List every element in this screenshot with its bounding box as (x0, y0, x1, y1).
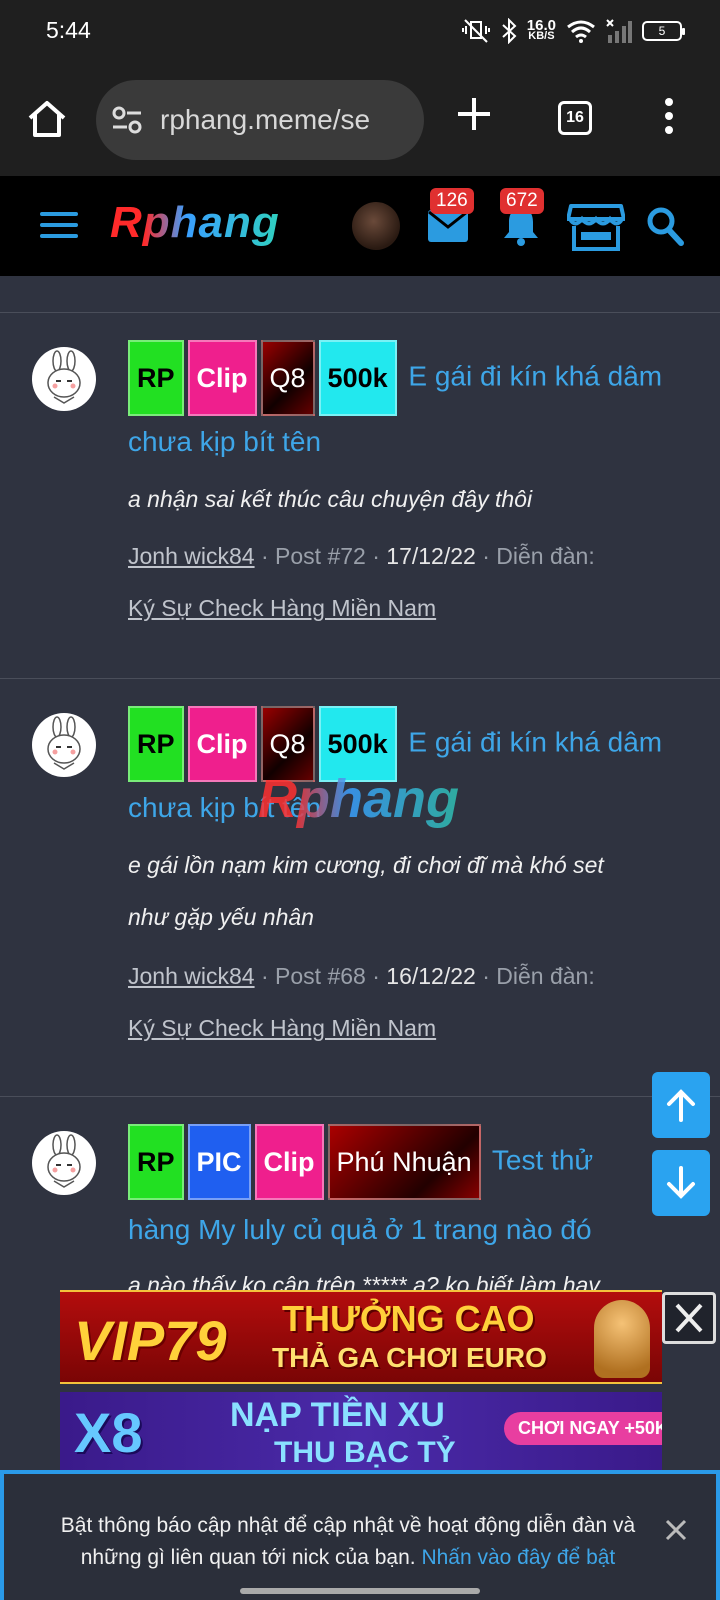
status-time: 5:44 (46, 17, 91, 43)
banner-ad-vip79[interactable]: VIP79 THƯỞNG CAO THẢ GA CHƠI EURO (60, 1290, 662, 1384)
tab-switcher-button[interactable]: 16 (558, 101, 592, 135)
banner-ad-x8[interactable]: X8 NẠP TIỀN XU THU BẠC TỶ CHƠI NGAY +50K (60, 1392, 662, 1470)
post-forum: Ký Sự Check Hàng Miền Nam (128, 582, 680, 634)
tag-rp[interactable]: RP (128, 340, 184, 416)
mail-count-badge: 126 (430, 188, 474, 214)
site-header: Rphang 126 672 (0, 176, 720, 276)
battery-indicator: 5 (642, 21, 685, 41)
ad-brand: X8 (74, 1401, 143, 1464)
post-title-text[interactable]: E gái đi kín khá dâm (408, 726, 662, 757)
bunny-avatar-icon (47, 1134, 81, 1188)
cell-signal-icon (606, 19, 632, 43)
arrow-up-icon (667, 1089, 695, 1122)
address-bar[interactable]: rphang.meme/se (96, 80, 424, 160)
wifi-icon (567, 20, 595, 43)
enable-notifications-link[interactable]: Nhấn vào đây để bật (421, 1546, 615, 1569)
ad-close-button[interactable] (662, 1292, 716, 1344)
push-notification-prompt: Bật thông báo cập nhật để cập nhật về ho… (0, 1470, 720, 1600)
tag-rp[interactable]: RP (128, 706, 184, 782)
author-link[interactable]: Jonh wick84 (128, 963, 255, 989)
url-text: rphang.meme/se (160, 104, 371, 135)
ad-brand: VIP79 (74, 1309, 227, 1372)
site-settings-icon[interactable] (112, 106, 142, 134)
arrow-down-icon (667, 1166, 695, 1199)
scroll-to-top-button[interactable] (652, 1072, 710, 1138)
mail-icon[interactable] (427, 209, 469, 243)
post-title-continued[interactable]: chưa kịp bít tên (128, 408, 684, 476)
poster-avatar[interactable] (32, 347, 96, 411)
ad-cta-button[interactable]: CHƠI NGAY +50K (504, 1412, 662, 1445)
divider (0, 1096, 720, 1097)
post-title[interactable]: RP Clip Q8 500k E gái đi kín khá dâm (128, 340, 684, 416)
forum-label: Diễn đàn: (496, 963, 595, 989)
ad-subline: THU BẠC TỶ (274, 1436, 456, 1469)
post-forum: Ký Sự Check Hàng Miền Nam (128, 1002, 680, 1054)
post-snippet-continued: như gặp yếu nhân (128, 904, 314, 930)
post-meta: Jonh wick84 · Post #68 · 16/12/22 · Diễn… (128, 963, 595, 989)
post-title-continued[interactable]: hàng My luly củ quả ở 1 trang nào đó (128, 1196, 684, 1264)
tag-q8[interactable]: Q8 (260, 340, 315, 416)
post-date: 17/12/22 (386, 543, 476, 569)
close-icon[interactable] (664, 1518, 688, 1542)
forum-link[interactable]: Ký Sự Check Hàng Miền Nam (128, 595, 436, 621)
tag-clip[interactable]: Clip (187, 340, 257, 416)
site-logo[interactable]: Rphang (110, 198, 280, 248)
shop-icon[interactable] (567, 202, 625, 252)
tag-pic[interactable]: PIC (187, 1124, 251, 1200)
forum-link[interactable]: Ký Sự Check Hàng Miền Nam (128, 1015, 436, 1041)
ad-subline: THẢ GA CHƠI EURO (272, 1342, 547, 1373)
post-title-text[interactable]: E gái đi kín khá dâm (408, 360, 662, 391)
post-date: 16/12/22 (386, 963, 476, 989)
notification-count-badge: 672 (500, 188, 544, 214)
close-icon (675, 1303, 703, 1333)
divider (0, 678, 720, 679)
post-meta: Jonh wick84 · Post #72 · 17/12/22 · Diễn… (128, 543, 595, 569)
gesture-bar[interactable] (240, 1588, 480, 1594)
post-number: Post #72 (275, 543, 366, 569)
home-icon[interactable] (26, 98, 68, 140)
browser-menu-icon[interactable] (664, 98, 674, 138)
status-icons: 16.0 KB/S 5 (461, 17, 685, 44)
forum-label: Diễn đàn: (496, 543, 595, 569)
poster-avatar[interactable] (32, 1131, 96, 1195)
status-bar: 5:44 16.0 KB/S 5 (0, 0, 720, 64)
user-avatar[interactable] (352, 202, 400, 250)
post-title-text[interactable]: Test thử (492, 1144, 593, 1175)
ad-headline: NẠP TIỀN XU (230, 1396, 445, 1434)
poster-avatar[interactable] (32, 713, 96, 777)
network-speed: 16.0 KB/S (526, 17, 556, 42)
search-icon[interactable] (646, 206, 684, 246)
tag-rp[interactable]: RP (128, 1124, 184, 1200)
bluetooth-icon (502, 18, 517, 44)
author-link[interactable]: Jonh wick84 (128, 543, 255, 569)
browser-toolbar: rphang.meme/se 16 (0, 64, 720, 176)
tag-clip[interactable]: Clip (187, 706, 257, 782)
mascot-image (594, 1300, 650, 1378)
watermark-logo: Rphang (258, 769, 459, 829)
tag-500k[interactable]: 500k (318, 340, 397, 416)
divider (0, 312, 720, 313)
post-number: Post #68 (275, 963, 366, 989)
post-snippet: a nhận sai kết thúc câu chuyện đây thôi (128, 486, 533, 512)
post-title[interactable]: RP PIC Clip Phú Nhuận Test thử (128, 1124, 684, 1200)
post-snippet: e gái lồn nạm kim cương, đi chơi đĩ mà k… (128, 852, 604, 878)
new-tab-icon[interactable] (456, 96, 492, 132)
notification-message: Bật thông báo cập nhật để cập nhật về ho… (38, 1510, 658, 1574)
ad-headline: THƯỞNG CAO (282, 1298, 535, 1339)
tag-clip[interactable]: Clip (254, 1124, 324, 1200)
bunny-avatar-icon (47, 716, 81, 770)
tag-phu-nhuan[interactable]: Phú Nhuận (327, 1124, 481, 1200)
mute-vibrate-icon (461, 19, 490, 43)
bunny-avatar-icon (47, 350, 81, 404)
hamburger-menu-icon[interactable] (40, 212, 78, 240)
scroll-to-bottom-button[interactable] (652, 1150, 710, 1216)
